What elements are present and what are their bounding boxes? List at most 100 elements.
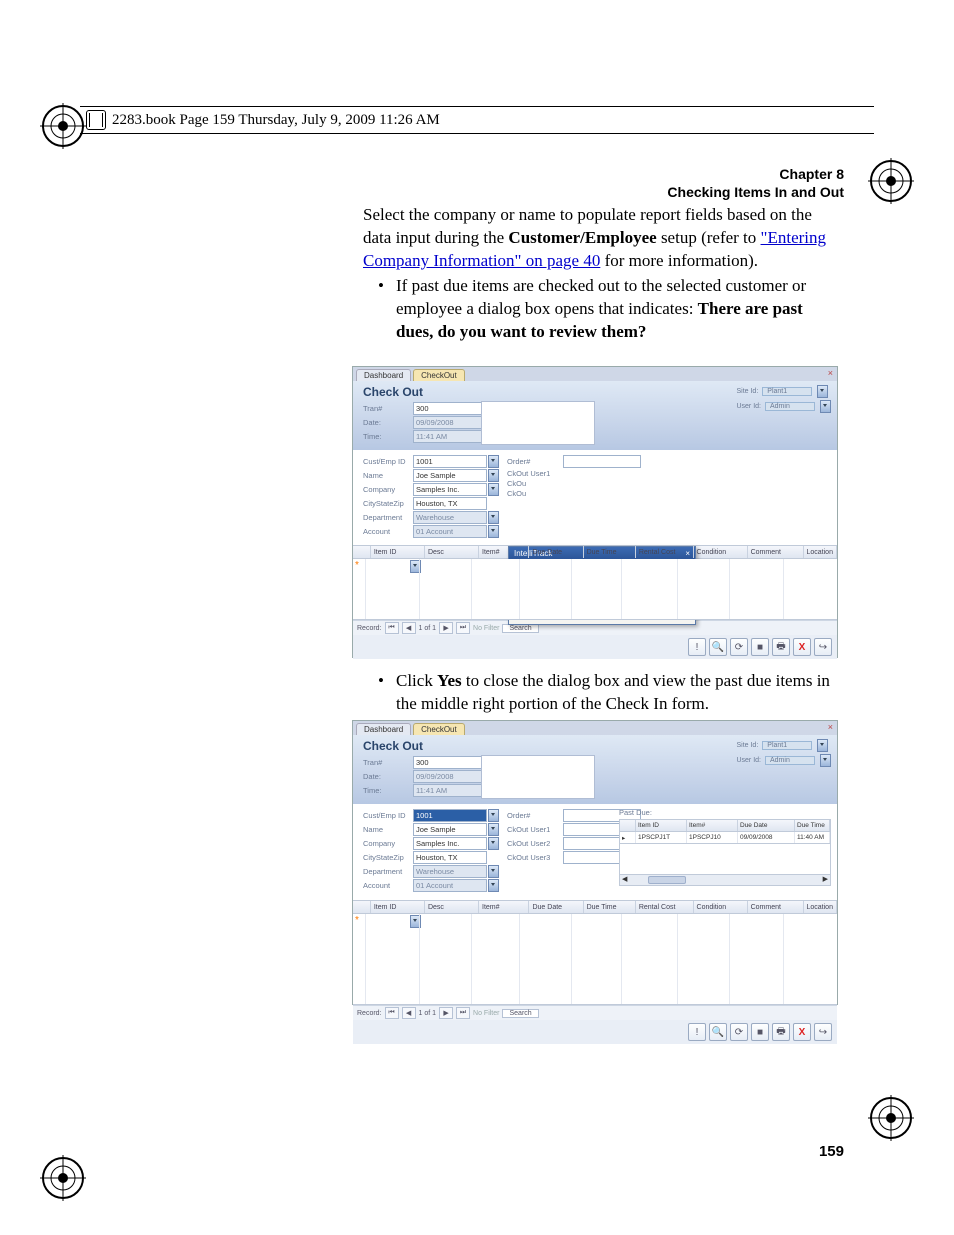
screenshot-checkout-pastdue: Dashboard CheckOut × Check Out Site Id:P… — [352, 720, 838, 1005]
pd-col-itemid[interactable]: Item ID — [636, 820, 687, 831]
order-field[interactable] — [563, 455, 641, 468]
search-box[interactable]: Search — [502, 1009, 538, 1018]
date-field: 09/09/2008 — [413, 416, 487, 429]
pd-col-duedate[interactable]: Due Date — [738, 820, 795, 831]
account-field: 01 Account — [413, 879, 487, 892]
col-itemnum[interactable]: Item# — [479, 901, 529, 913]
company-field[interactable]: Samples Inc. — [413, 483, 487, 496]
nav-prev-button[interactable]: ◀ — [402, 1007, 416, 1019]
tab-checkout[interactable]: CheckOut — [413, 723, 465, 735]
chevron-down-icon[interactable] — [488, 865, 499, 878]
nav-first-button[interactable]: ⏮ — [385, 622, 399, 634]
date-field: 09/09/2008 — [413, 770, 487, 783]
stop-button[interactable]: ■ — [751, 1023, 769, 1041]
col-condition[interactable]: Condition — [694, 546, 748, 558]
row-selector-header[interactable] — [353, 546, 371, 558]
name-field[interactable]: Joe Sample — [413, 469, 487, 482]
chevron-down-icon[interactable] — [488, 837, 499, 850]
col-location[interactable]: Location — [804, 546, 837, 558]
chevron-down-icon[interactable] — [820, 400, 831, 413]
chapter-header: Chapter 8 Checking Items In and Out — [667, 165, 844, 201]
header-text: 2283.book Page 159 Thursday, July 9, 200… — [112, 112, 440, 129]
nav-first-button[interactable]: ⏮ — [385, 1007, 399, 1019]
refresh-button[interactable]: ⟳ — [730, 638, 748, 656]
col-duetime[interactable]: Due Time — [584, 901, 636, 913]
new-row-icon[interactable]: * — [355, 560, 359, 571]
pd-col-itemnum[interactable]: Item# — [687, 820, 738, 831]
col-comment[interactable]: Comment — [748, 901, 804, 913]
pd-col-duetime[interactable]: Due Time — [795, 820, 830, 831]
account-field: 01 Account — [413, 525, 487, 538]
tran-field[interactable]: 300 — [413, 402, 487, 415]
tab-dashboard[interactable]: Dashboard — [356, 369, 411, 381]
print-button[interactable]: 🖶 — [772, 638, 790, 656]
chevron-down-icon[interactable] — [488, 823, 499, 836]
cust-id-field[interactable]: 1001 — [413, 455, 487, 468]
chevron-down-icon[interactable] — [488, 511, 499, 524]
bullet-icon: • — [378, 275, 384, 298]
name-field[interactable]: Joe Sample — [413, 823, 487, 836]
tab-checkout[interactable]: CheckOut — [413, 369, 465, 381]
stop-button[interactable]: ■ — [751, 638, 769, 656]
nav-next-button[interactable]: ▶ — [439, 1007, 453, 1019]
nav-next-button[interactable]: ▶ — [439, 622, 453, 634]
search-button[interactable]: 🔍 — [709, 638, 727, 656]
alert-button[interactable]: ! — [688, 1023, 706, 1041]
scrollbar[interactable]: ◀▶ — [619, 875, 831, 886]
close-icon[interactable]: × — [828, 368, 833, 378]
col-condition[interactable]: Condition — [694, 901, 748, 913]
col-item-id[interactable]: Item ID — [371, 901, 425, 913]
nav-last-button[interactable]: ⏭ — [456, 1007, 470, 1019]
new-row-icon[interactable]: * — [355, 915, 359, 926]
tab-dashboard[interactable]: Dashboard — [356, 723, 411, 735]
tran-field[interactable]: 300 — [413, 756, 487, 769]
company-field[interactable]: Samples Inc. — [413, 837, 487, 850]
col-duedate[interactable]: Due Date — [529, 546, 583, 558]
book-icon — [86, 110, 106, 130]
search-button[interactable]: 🔍 — [709, 1023, 727, 1041]
chevron-down-icon[interactable] — [488, 879, 499, 892]
image-placeholder — [481, 401, 595, 445]
col-itemnum[interactable]: Item# — [479, 546, 529, 558]
chevron-down-icon[interactable] — [817, 739, 828, 752]
print-button[interactable]: 🖶 — [772, 1023, 790, 1041]
row-selector-header[interactable] — [620, 820, 636, 831]
past-due-row[interactable]: ▸ 1PSCPJ1T 1PSCPJ10 09/09/2008 11:40 AM — [619, 832, 831, 844]
close-icon[interactable]: × — [828, 722, 833, 732]
page-header: 2283.book Page 159 Thursday, July 9, 200… — [80, 106, 874, 134]
chevron-down-icon[interactable] — [488, 525, 499, 538]
bullet-icon: • — [378, 670, 384, 693]
chevron-down-icon[interactable] — [488, 469, 499, 482]
nav-prev-button[interactable]: ◀ — [402, 622, 416, 634]
delete-button[interactable]: X — [793, 638, 811, 656]
col-location[interactable]: Location — [804, 901, 837, 913]
crop-mark-icon — [868, 158, 914, 204]
row-selector-header[interactable] — [353, 901, 371, 913]
citystatezip-field[interactable]: Houston, TX — [413, 497, 487, 510]
col-rentalcost[interactable]: Rental Cost — [636, 901, 694, 913]
past-due-panel: Past Due: Item ID Item# Due Date Due Tim… — [619, 808, 831, 886]
cust-id-field[interactable]: 1001 — [413, 809, 487, 822]
exit-button[interactable]: ↪ — [814, 638, 832, 656]
alert-button[interactable]: ! — [688, 638, 706, 656]
department-field: Warehouse — [413, 865, 487, 878]
nav-last-button[interactable]: ⏭ — [456, 622, 470, 634]
delete-button[interactable]: X — [793, 1023, 811, 1041]
chevron-down-icon[interactable] — [820, 754, 831, 767]
col-comment[interactable]: Comment — [748, 546, 804, 558]
col-item-id[interactable]: Item ID — [371, 546, 425, 558]
chevron-down-icon[interactable] — [488, 483, 499, 496]
chevron-down-icon[interactable] — [488, 809, 499, 822]
chevron-down-icon[interactable] — [488, 455, 499, 468]
col-desc[interactable]: Desc — [425, 901, 479, 913]
chevron-down-icon[interactable] — [817, 385, 828, 398]
header-user-info: Site Id:Plant1 User Id:Admin — [736, 739, 831, 769]
col-duedate[interactable]: Due Date — [529, 901, 583, 913]
col-rentalcost[interactable]: Rental Cost — [636, 546, 694, 558]
citystatezip-field[interactable]: Houston, TX — [413, 851, 487, 864]
refresh-button[interactable]: ⟳ — [730, 1023, 748, 1041]
col-desc[interactable]: Desc — [425, 546, 479, 558]
col-duetime[interactable]: Due Time — [584, 546, 636, 558]
bullet-item: • Click Yes to close the dialog box and … — [378, 670, 844, 716]
exit-button[interactable]: ↪ — [814, 1023, 832, 1041]
